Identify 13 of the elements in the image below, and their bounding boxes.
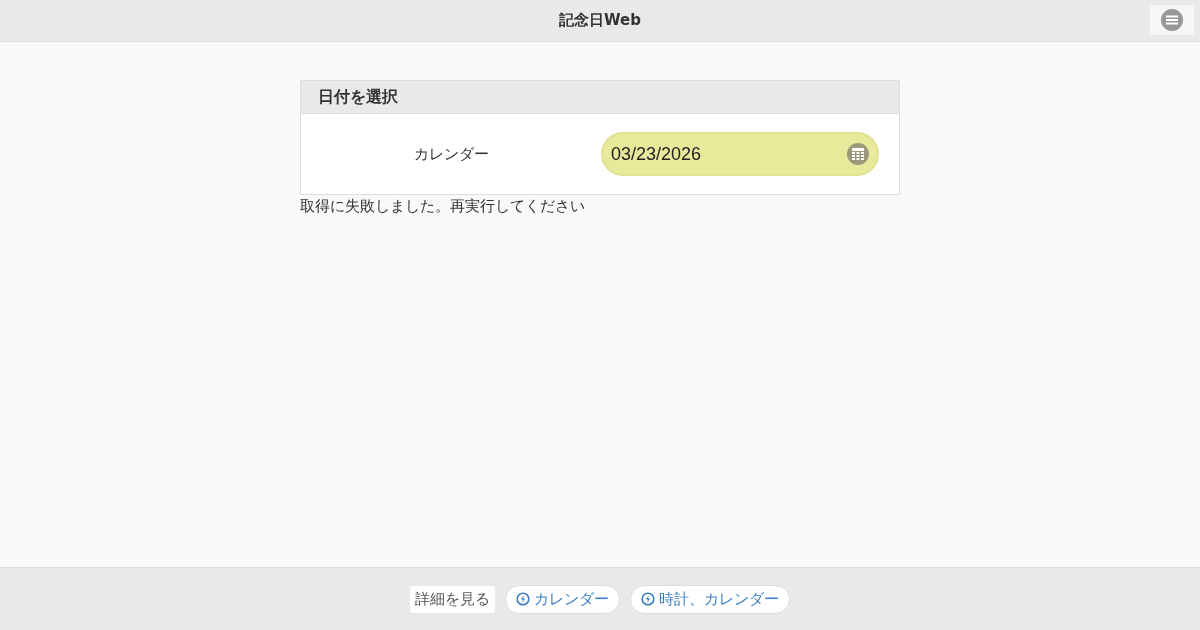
details-link[interactable]: 詳細を見る — [410, 585, 495, 613]
menu-icon — [1161, 9, 1183, 31]
footer-link[interactable]: カレンダー — [505, 584, 620, 614]
menu-button[interactable] — [1150, 5, 1194, 35]
date-field[interactable]: 03/23/2026 — [601, 132, 879, 176]
field-label: カレンダー — [412, 144, 490, 164]
panel-title: 日付を選択 — [318, 86, 398, 108]
calendar-icon — [847, 143, 869, 165]
app-title: 記念日Web — [559, 11, 641, 30]
bolt-icon — [516, 592, 530, 606]
bolt-icon — [641, 592, 655, 606]
footer-link[interactable]: 時計、カレンダー — [630, 584, 790, 614]
error-message: 取得に失敗しました。再実行してください — [300, 197, 586, 216]
